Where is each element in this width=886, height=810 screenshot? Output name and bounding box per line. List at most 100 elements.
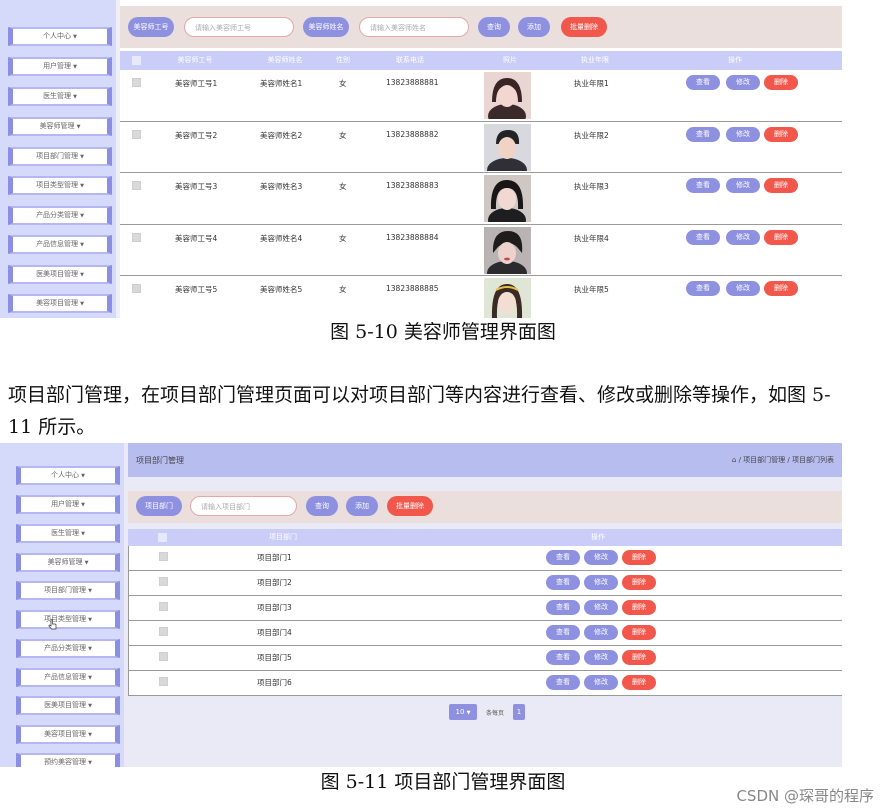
row-checkbox[interactable] <box>132 284 141 293</box>
page-size-select[interactable]: 10 ▼ <box>449 704 477 720</box>
row-checkbox[interactable] <box>132 130 141 139</box>
row-checkbox[interactable] <box>159 677 168 686</box>
view-button[interactable]: 查看 <box>686 178 720 193</box>
batch-delete-button[interactable]: 批量删除 <box>387 496 433 516</box>
pagination-area: 10 ▼ 条每页 1 <box>128 696 842 767</box>
edit-button[interactable]: 修改 <box>726 281 760 296</box>
gender: 女 <box>339 285 347 294</box>
batch-delete-button[interactable]: 批量删除 <box>561 17 607 37</box>
edit-button[interactable]: 修改 <box>584 550 618 565</box>
delete-button[interactable]: 删除 <box>764 281 798 296</box>
practice-years: 执业年限3 <box>574 182 609 191</box>
sidebar-item-beauty-projects[interactable]: 美容项目管理 ▼ <box>16 725 120 744</box>
gender: 女 <box>339 182 347 191</box>
sidebar-item-personal-center[interactable]: 个人中心 ▼ <box>8 27 112 46</box>
search-input-department[interactable]: 请输入项目部门 <box>190 496 297 516</box>
row-checkbox[interactable] <box>132 233 141 242</box>
home-icon[interactable]: ⌂ <box>732 456 736 464</box>
query-button[interactable]: 查询 <box>306 496 338 516</box>
view-button[interactable]: 查看 <box>546 625 580 640</box>
row-checkbox[interactable] <box>132 181 141 190</box>
delete-button[interactable]: 删除 <box>764 230 798 245</box>
edit-button[interactable]: 修改 <box>584 625 618 640</box>
edit-button[interactable]: 修改 <box>584 600 618 615</box>
sidebar-item-medical-projects[interactable]: 医美项目管理 ▼ <box>8 265 112 284</box>
delete-button[interactable]: 删除 <box>622 600 656 615</box>
delete-button[interactable]: 删除 <box>622 550 656 565</box>
view-button[interactable]: 查看 <box>686 127 720 142</box>
current-page-button[interactable]: 1 <box>513 704 525 720</box>
sidebar-item-project-types[interactable]: 项目类型管理 ▼ <box>16 610 120 629</box>
search-input-name[interactable]: 请输入美容师姓名 <box>359 17 469 37</box>
row-checkbox[interactable] <box>159 627 168 636</box>
row-checkbox[interactable] <box>159 652 168 661</box>
query-button[interactable]: 查询 <box>478 17 510 37</box>
sidebar-item-doctors[interactable]: 医生管理 ▼ <box>16 524 120 543</box>
view-button[interactable]: 查看 <box>546 650 580 665</box>
sidebar-item-doctors[interactable]: 医生管理 ▼ <box>8 87 112 106</box>
delete-button[interactable]: 删除 <box>622 675 656 690</box>
sidebar-item-departments[interactable]: 项目部门管理 ▼ <box>8 147 112 166</box>
sidebar-item-medical-projects[interactable]: 医美项目管理 ▼ <box>16 696 120 715</box>
edit-button[interactable]: 修改 <box>726 230 760 245</box>
sidebar-item-beauticians[interactable]: 美容师管理 ▼ <box>8 117 112 136</box>
sidebar-item-project-types[interactable]: 项目类型管理 ▼ <box>8 176 112 195</box>
edit-button[interactable]: 修改 <box>726 178 760 193</box>
caret-down-icon: ▼ <box>80 154 84 160</box>
sidebar-item-departments[interactable]: 项目部门管理 ▼ <box>16 581 120 600</box>
sidebar-item-product-categories[interactable]: 产品分类管理 ▼ <box>16 639 120 658</box>
column-header: 项目部门 <box>269 533 297 541</box>
sidebar-item-products[interactable]: 产品信息管理 ▼ <box>8 235 112 254</box>
edit-button[interactable]: 修改 <box>584 650 618 665</box>
caret-down-icon: ▼ <box>88 732 92 738</box>
table-row: 项目部门1 查看 修改 删除 <box>128 546 842 571</box>
view-button[interactable]: 查看 <box>686 230 720 245</box>
table-row: 美容师工号5 美容师姓名5 女 13823888885 执业年限5 查看 修改 … <box>120 276 842 318</box>
delete-button[interactable]: 删除 <box>764 75 798 90</box>
row-checkbox[interactable] <box>159 552 168 561</box>
delete-button[interactable]: 删除 <box>622 650 656 665</box>
search-input-id[interactable]: 请输入美容师工号 <box>184 17 294 37</box>
sidebar-item-users[interactable]: 用户管理 ▼ <box>8 57 112 76</box>
edit-button[interactable]: 修改 <box>584 575 618 590</box>
beautician-photo <box>484 278 531 318</box>
sidebar-item-personal-center[interactable]: 个人中心 ▼ <box>16 466 120 485</box>
caret-down-icon: ▼ <box>84 560 89 566</box>
sidebar-item-product-categories[interactable]: 产品分类管理 ▼ <box>8 206 112 225</box>
sidebar-item-beauticians[interactable]: 美容师管理 ▼ <box>16 553 120 572</box>
add-button[interactable]: 添加 <box>346 496 378 516</box>
edit-button[interactable]: 修改 <box>726 75 760 90</box>
sidebar-item-beauty-projects[interactable]: 美容项目管理 ▼ <box>8 294 112 313</box>
delete-button[interactable]: 删除 <box>622 625 656 640</box>
add-button[interactable]: 添加 <box>518 17 550 37</box>
sidebar-item-users[interactable]: 用户管理 ▼ <box>16 495 120 514</box>
table-row: 项目部门6 查看 修改 删除 <box>128 671 842 696</box>
row-checkbox[interactable] <box>132 78 141 87</box>
view-button[interactable]: 查看 <box>546 600 580 615</box>
column-header: 美容师工号 <box>177 56 213 64</box>
view-button[interactable]: 查看 <box>686 75 720 90</box>
phone: 13823888885 <box>386 284 439 293</box>
beautician-photo <box>484 124 531 171</box>
row-checkbox[interactable] <box>159 577 168 586</box>
edit-button[interactable]: 修改 <box>726 127 760 142</box>
delete-button[interactable]: 删除 <box>764 127 798 142</box>
caret-down-icon: ▼ <box>80 242 84 248</box>
view-button[interactable]: 查看 <box>546 550 580 565</box>
sidebar-item-products[interactable]: 产品信息管理 ▼ <box>16 668 120 687</box>
view-button[interactable]: 查看 <box>546 575 580 590</box>
select-all-checkbox[interactable] <box>132 56 141 65</box>
header-bar: 项目部门管理 ⌂ / 项目部门管理 / 项目部门列表 <box>128 443 842 477</box>
delete-button[interactable]: 删除 <box>622 575 656 590</box>
sidebar-item-label: 医美项目管理 <box>36 270 79 278</box>
department-name: 项目部门4 <box>257 628 292 637</box>
select-all-checkbox[interactable] <box>158 533 167 542</box>
delete-button[interactable]: 删除 <box>764 178 798 193</box>
edit-button[interactable]: 修改 <box>584 675 618 690</box>
view-button[interactable]: 查看 <box>686 281 720 296</box>
view-button[interactable]: 查看 <box>546 675 580 690</box>
row-checkbox[interactable] <box>159 602 168 611</box>
sidebar-item-beauty-appointments[interactable]: 预约美容管理 ▼ <box>16 753 120 767</box>
caret-down-icon: ▼ <box>88 703 92 709</box>
caret-down-icon: ▼ <box>88 646 92 652</box>
